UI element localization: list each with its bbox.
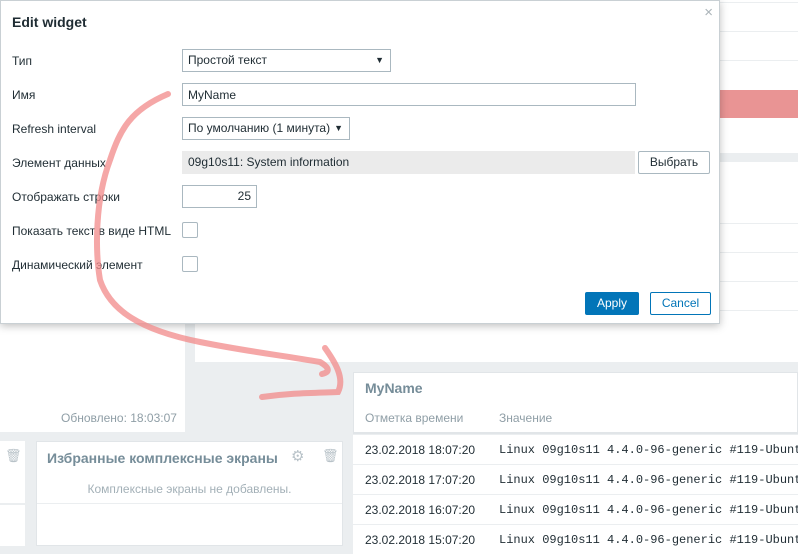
widget-title: MyName [365, 380, 423, 396]
timestamp: 23.02.2018 17:07:20 [365, 473, 476, 487]
column-header-value: Значение [499, 411, 553, 425]
refresh-interval-select[interactable]: По умолчанию (1 минута) ▼ [182, 117, 350, 140]
select-item-button[interactable]: Выбрать [638, 151, 710, 174]
type-value: Простой текст [188, 53, 267, 67]
dynamic-item-checkbox[interactable] [182, 256, 198, 272]
timestamp: 23.02.2018 15:07:20 [365, 533, 476, 547]
timestamp: 23.02.2018 18:07:20 [365, 443, 476, 457]
trash-icon[interactable]: 🗑 [5, 448, 22, 464]
close-icon[interactable]: × [704, 4, 713, 21]
table-row: 23.02.2018 17:07:20 Linux 09g10s11 4.4.0-… [353, 464, 798, 494]
apply-button[interactable]: Apply [585, 292, 639, 315]
chevron-down-icon: ▼ [375, 55, 384, 65]
gear-icon[interactable]: ⚙ [291, 447, 304, 465]
trash-icon[interactable]: 🗑 [322, 448, 339, 464]
edit-widget-dialog: Edit widget × Тип Простой текст ▼ Имя Ref… [0, 0, 720, 324]
column-header-timestamp: Отметка времени [365, 411, 464, 425]
favorites-empty: Комплексные экраны не добавлены. [87, 482, 292, 496]
updated-label: Обновлено: 18:03:07 [61, 411, 177, 425]
problem-row-highlight [720, 90, 798, 118]
cancel-button[interactable]: Cancel [650, 292, 711, 315]
favorites-title: Избранные комплексные экраны [47, 450, 278, 466]
refresh-value: По умолчанию (1 минута) [188, 121, 331, 135]
table-row: 23.02.2018 15:07:20 Linux 09g10s11 4.4.0-… [353, 524, 798, 554]
name-label: Имя [12, 88, 36, 102]
show-html-checkbox[interactable] [182, 222, 198, 238]
dynamic-item-label: Динамический элемент [12, 258, 143, 272]
dialog-title: Edit widget [12, 14, 87, 30]
show-html-label: Показать текст в виде HTML [12, 224, 172, 238]
rows-label: Отображать строки [12, 190, 120, 204]
rows-input[interactable]: 25 [182, 185, 257, 208]
item-label: Элемент данных [12, 156, 106, 170]
name-input[interactable] [182, 83, 636, 106]
value: Linux 09g10s11 4.4.0-96-generic #119-Ubu… [499, 503, 798, 517]
table-row: 23.02.2018 18:07:20 Linux 09g10s11 4.4.0-… [353, 434, 798, 464]
type-label: Тип [12, 54, 33, 68]
table-row: 23.02.2018 16:07:20 Linux 09g10s11 4.4.0-… [353, 494, 798, 524]
value: Linux 09g10s11 4.4.0-96-generic #119-Ubu… [499, 473, 798, 487]
value: Linux 09g10s11 4.4.0-96-generic #119-Ubu… [499, 443, 798, 457]
item-field[interactable]: 09g10s11: System information [182, 151, 635, 174]
refresh-interval-label: Refresh interval [12, 122, 97, 136]
chevron-down-icon: ▼ [334, 123, 343, 133]
value: Linux 09g10s11 4.4.0-96-generic #119-Ubu… [499, 533, 798, 547]
type-select[interactable]: Простой текст ▼ [182, 49, 391, 72]
timestamp: 23.02.2018 16:07:20 [365, 503, 476, 517]
